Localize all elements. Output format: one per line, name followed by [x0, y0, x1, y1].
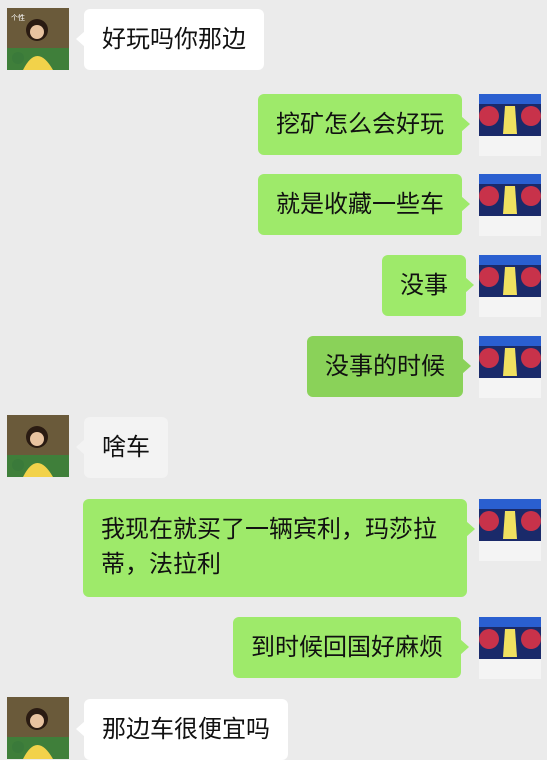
avatar-caption: 个性	[11, 13, 25, 22]
message-bubble-incoming[interactable]: 啥车	[76, 417, 168, 478]
message-bubble-outgoing[interactable]: 到时候回国好麻烦	[233, 617, 469, 678]
contact-avatar-image	[7, 415, 69, 477]
my-avatar[interactable]	[479, 255, 541, 317]
my-avatar-image	[479, 499, 541, 561]
my-avatar[interactable]	[479, 336, 541, 398]
contact-avatar[interactable]: 个性	[7, 8, 69, 70]
contact-avatar-image	[7, 697, 69, 759]
my-avatar[interactable]	[479, 94, 541, 156]
contact-avatar-image: 个性	[7, 8, 69, 70]
my-avatar-image	[479, 336, 541, 398]
contact-avatar[interactable]	[7, 415, 69, 477]
message-bubble-incoming[interactable]: 那边车很便宜吗	[76, 699, 288, 760]
my-avatar[interactable]	[479, 174, 541, 236]
my-avatar[interactable]	[479, 617, 541, 679]
message-bubble-incoming[interactable]: 好玩吗你那边	[76, 9, 264, 70]
my-avatar-image	[479, 617, 541, 679]
my-avatar[interactable]	[479, 499, 541, 561]
message-bubble-outgoing[interactable]: 没事	[382, 255, 474, 316]
my-avatar-image	[479, 94, 541, 156]
my-avatar-image	[479, 255, 541, 317]
message-bubble-outgoing[interactable]: 就是收藏一些车	[258, 174, 470, 235]
my-avatar-image	[479, 174, 541, 236]
contact-avatar[interactable]	[7, 697, 69, 759]
message-bubble-outgoing[interactable]: 挖矿怎么会好玩	[258, 94, 470, 155]
message-bubble-outgoing[interactable]: 没事的时候	[307, 336, 471, 397]
message-bubble-outgoing[interactable]: 我现在就买了一辆宾利，玛莎拉 蒂，法拉利	[83, 499, 475, 597]
